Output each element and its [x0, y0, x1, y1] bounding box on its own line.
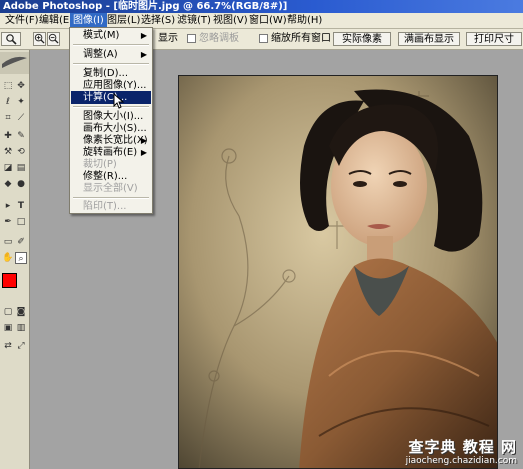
portrait-image [179, 76, 497, 468]
history-brush-icon[interactable]: ⟲ [15, 146, 27, 158]
gradient-tool-icon[interactable]: ▤ [15, 162, 27, 174]
menu-view[interactable]: 视图(V) [210, 13, 251, 28]
toolbox-header [0, 52, 29, 74]
pen-tool-icon[interactable]: ✒ [2, 216, 14, 228]
quickmask-mode-icon[interactable]: ◙ [15, 306, 27, 318]
ignore-palettes-checkbox[interactable] [187, 34, 196, 43]
eyedropper-icon[interactable]: ✐ [15, 236, 27, 248]
menu-item-calculations[interactable]: 计算(C)... [71, 91, 151, 104]
path-select-icon[interactable]: ▸ [2, 200, 14, 212]
foreground-color-swatch[interactable] [2, 273, 17, 288]
mouse-cursor-icon [113, 93, 125, 109]
edit-in-imageready-icon[interactable]: ⤢ [15, 340, 27, 352]
dodge-tool-icon[interactable]: ● [15, 178, 27, 190]
menu-item-adjustments[interactable]: 调整(A) ▶ [71, 48, 151, 61]
type-tool-icon[interactable]: T [15, 200, 27, 212]
zoom-all-windows-checkbox[interactable] [259, 34, 268, 43]
feather-icon [2, 56, 27, 68]
jump-to-imageready-icon[interactable]: ⇄ [2, 340, 14, 352]
window-title-bar: Adobe Photoshop - [临时图片.jpg @ 66.7%(RGB/… [0, 0, 523, 13]
healing-brush-icon[interactable]: ✚ [2, 130, 14, 142]
eraser-tool-icon[interactable]: ◪ [2, 162, 14, 174]
zoom-out-button[interactable] [47, 32, 60, 46]
zoom-all-windows-label: 缩放所有窗口 [271, 33, 331, 44]
document-canvas[interactable] [178, 75, 498, 469]
blur-tool-icon[interactable]: ◆ [2, 178, 14, 190]
menu-item-label: 调整(A) [83, 49, 118, 60]
zoom-in-icon [34, 33, 45, 44]
zoom-in-button[interactable] [33, 32, 46, 46]
image-menu-dropdown: 模式(M) ▶ 调整(A) ▶ 复制(D)... 应用图像(Y)... 计算(C).… [69, 27, 153, 214]
menu-item-label: 旋转画布(E) [83, 147, 138, 158]
clone-stamp-icon[interactable]: ⚒ [2, 146, 14, 158]
submenu-arrow-icon: ▶ [140, 31, 147, 40]
slice-tool-icon[interactable]: ⟋ [15, 112, 27, 124]
resize-window-label: 显示 [158, 33, 178, 44]
menu-item-label: 像素长宽比(X) [83, 135, 148, 146]
submenu-arrow-icon: ▶ [140, 50, 147, 59]
menu-filter[interactable]: 滤镜(T) [174, 13, 214, 28]
crop-tool-icon[interactable]: ⌗ [2, 112, 14, 124]
menu-separator [73, 44, 149, 46]
menu-item-mode[interactable]: 模式(M) ▶ [71, 29, 151, 42]
menu-image[interactable]: 图像(I) [70, 13, 107, 28]
menu-separator [73, 63, 149, 65]
hand-tool-icon[interactable]: ✋ [2, 252, 14, 264]
watermark-url: jiaocheng.chazidian.com [405, 456, 517, 466]
ignore-palettes-label: 忽略调板 [199, 33, 239, 44]
menu-item-label: 模式(M) [83, 30, 120, 41]
notes-tool-icon[interactable]: ▭ [2, 236, 14, 248]
full-screen-mode-icon[interactable]: ▥ [15, 322, 27, 334]
zoom-tool-preset-button[interactable] [1, 32, 21, 46]
standard-mode-icon[interactable]: ▢ [2, 306, 14, 318]
menu-separator [73, 197, 149, 199]
actual-pixels-button[interactable]: 实际像素 [333, 32, 391, 46]
menu-separator [73, 106, 149, 108]
zoom-out-icon [48, 33, 59, 44]
window-title: Adobe Photoshop - [临时图片.jpg @ 66.7%(RGB/… [3, 1, 288, 12]
toolbox: ⬚ ✥ ℓ ✦ ⌗ ⟋ ✚ ✎ ⚒ ⟲ ◪ ▤ ◆ ● ▸ T ✒ □ ▭ ✐ … [0, 50, 30, 469]
zoom-icon [6, 34, 17, 45]
print-size-button[interactable]: 打印尺寸 [466, 32, 522, 46]
menu-item-reveal-all: 显示全部(V) [83, 183, 138, 194]
menu-select[interactable]: 选择(S) [138, 13, 178, 28]
menu-item-trap: 陷印(T)... [83, 201, 127, 212]
zoom-tool-icon[interactable]: ⌕ [15, 252, 27, 264]
marquee-tool-icon[interactable]: ⬚ [2, 80, 14, 92]
move-tool-icon[interactable]: ✥ [15, 80, 27, 92]
brush-tool-icon[interactable]: ✎ [15, 130, 27, 142]
shape-tool-icon[interactable]: □ [15, 216, 27, 228]
menu-help[interactable]: 帮助(H) [284, 13, 325, 28]
watermark-title: 查字典 教程 网 [408, 438, 517, 456]
magic-wand-icon[interactable]: ✦ [15, 96, 27, 108]
screen-mode-icon[interactable]: ▣ [2, 322, 14, 334]
lasso-tool-icon[interactable]: ℓ [2, 96, 14, 108]
fit-on-screen-button[interactable]: 满画布显示 [398, 32, 460, 46]
